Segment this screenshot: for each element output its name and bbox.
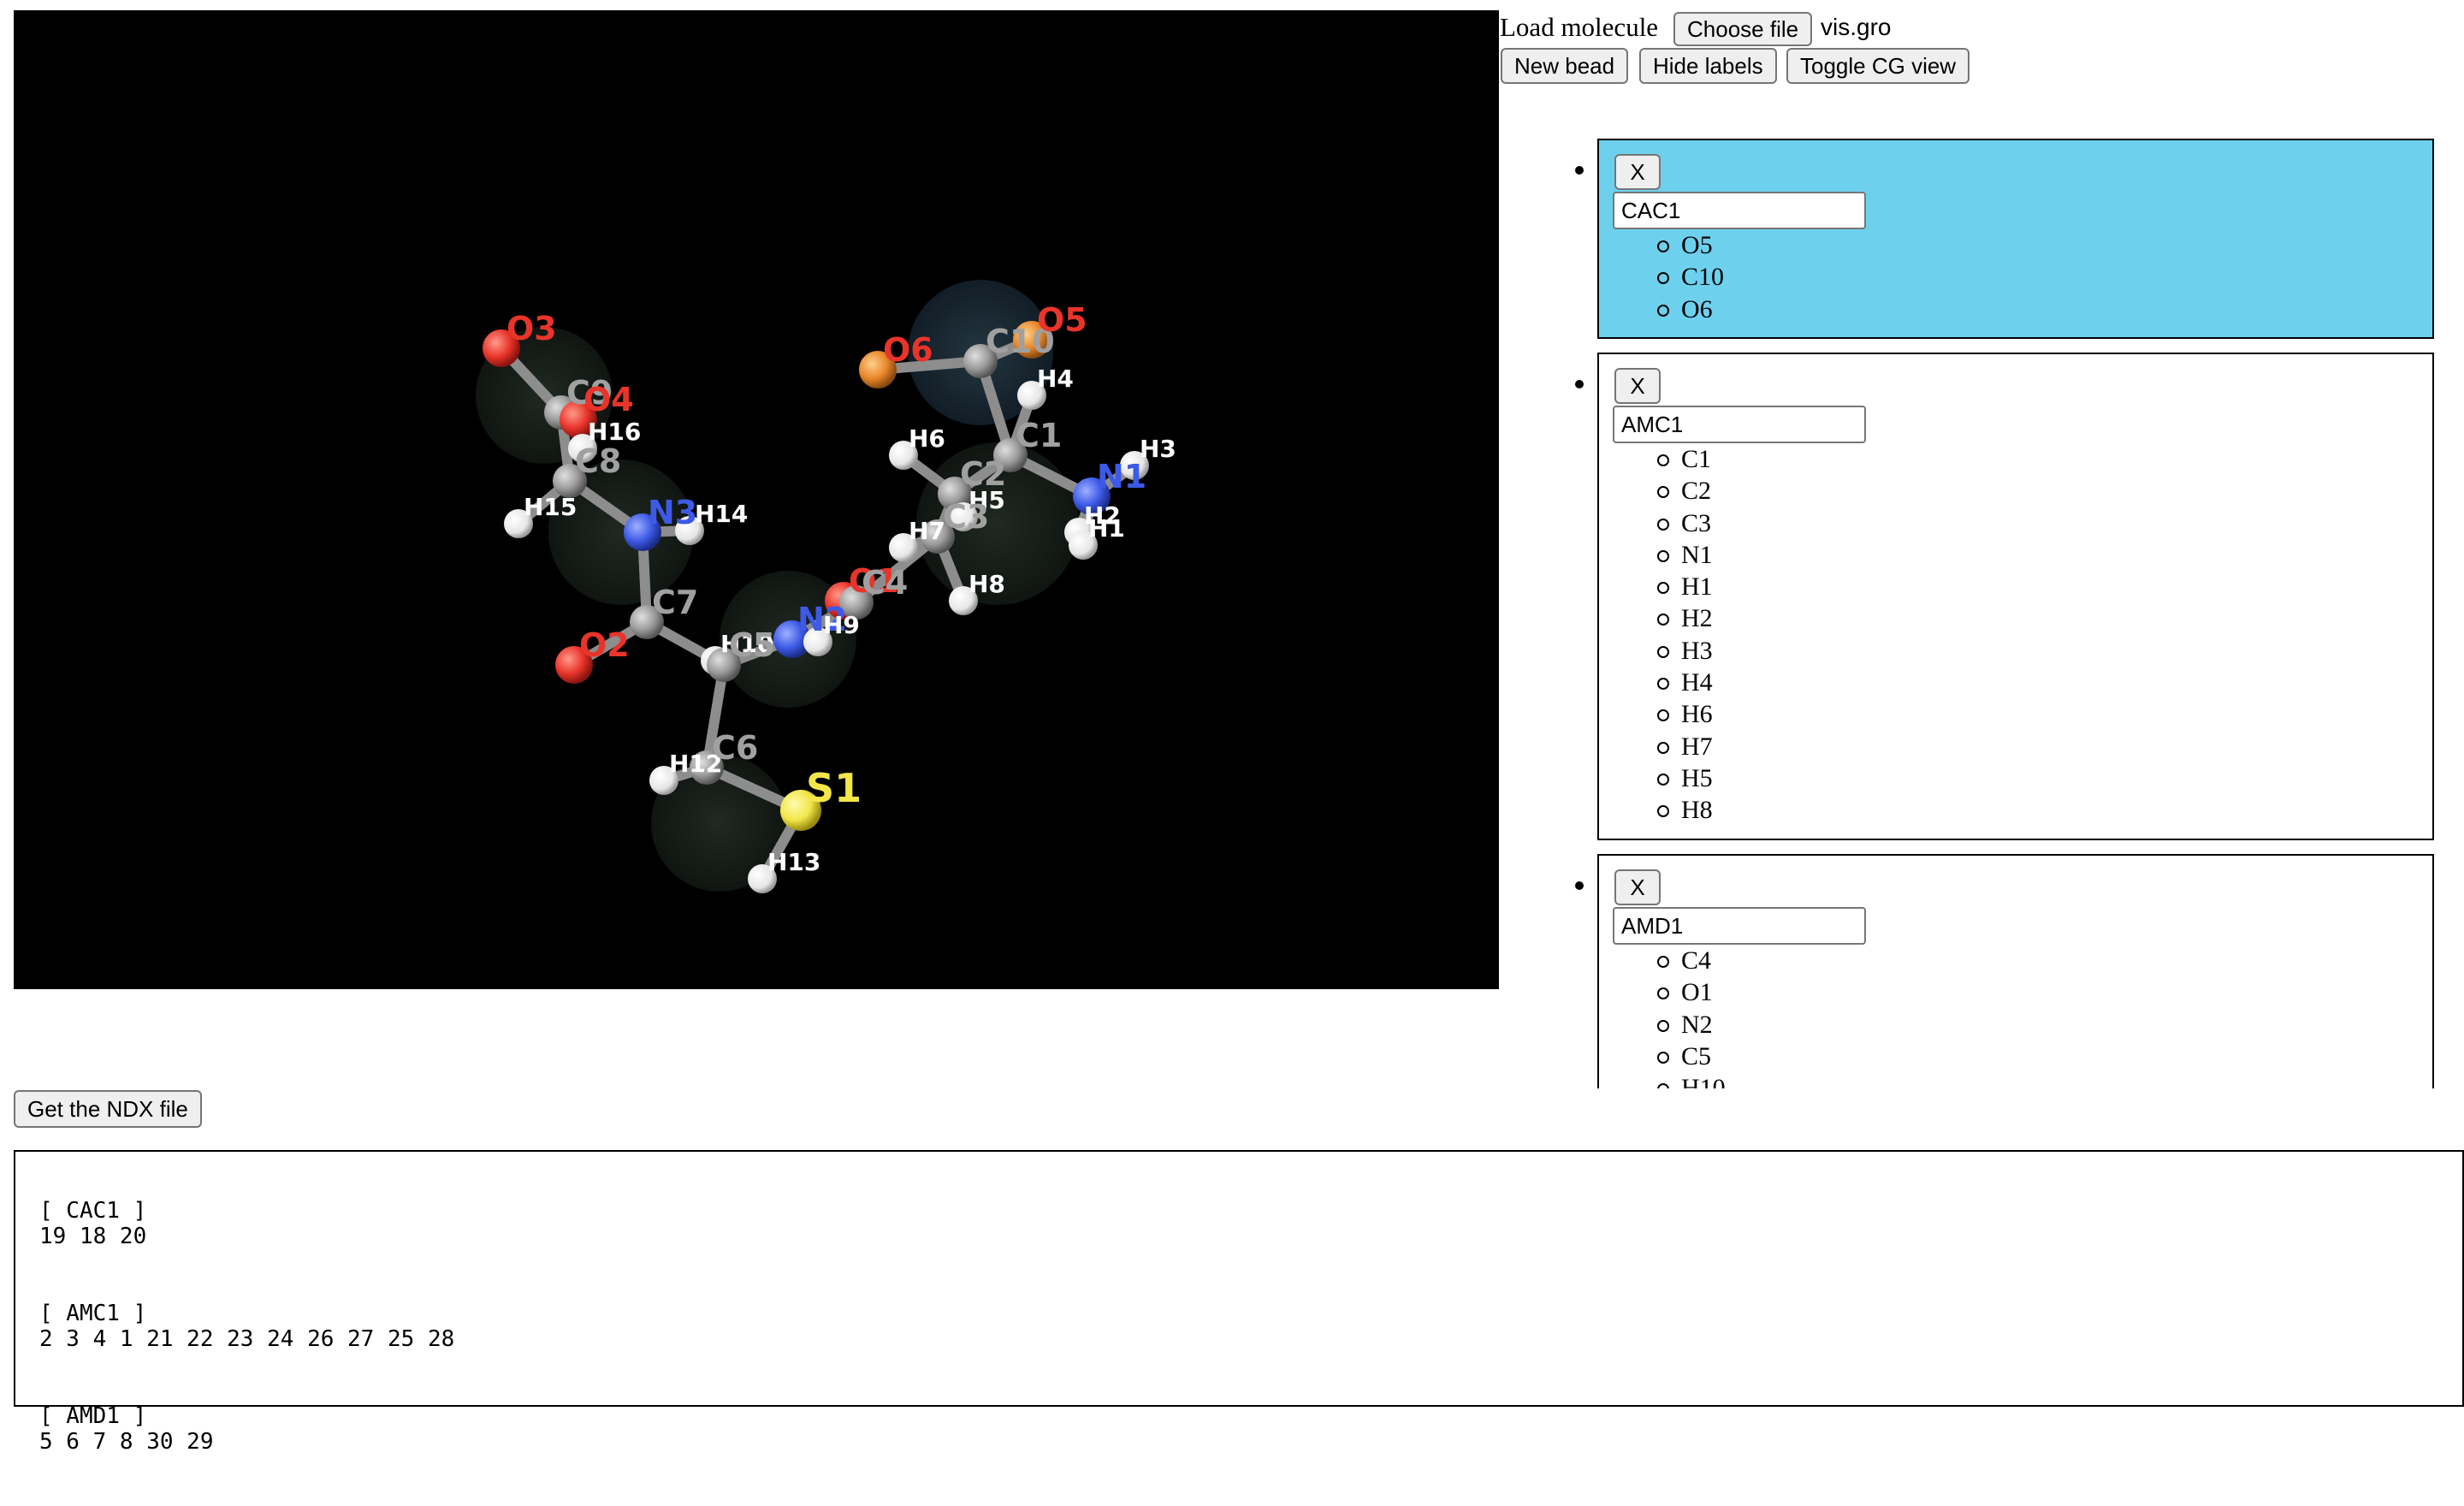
atom-label: H8 (968, 570, 1005, 598)
bead-card-amc1[interactable]: X AMC1 C1 C2 C3 N1 H1 H2 H3 H4 H6 H7 H5 … (1597, 353, 2434, 840)
bead-atom-item[interactable]: H6 (1599, 698, 1713, 730)
bead-atom-item[interactable]: H2 (1599, 602, 1713, 634)
atom-label: C1 (1016, 417, 1062, 454)
bead-atom-item[interactable]: O5 (1599, 229, 1724, 261)
atom-label: O5 (1037, 301, 1087, 339)
bead-atom-list: C4 O1 N2 C5 H10 (1599, 945, 1726, 1088)
molecule-viewer-canvas[interactable]: O3 C9 O4 H16 C8 H15 N3 H14 C7 O2 H10 C5 N2 H9 O1 C4 H12 C… (14, 10, 1499, 989)
atom-label: O3 (506, 310, 557, 347)
ndx-group: [ AMD1 ] 5 6 7 8 30 29 (39, 1403, 2438, 1455)
remove-bead-button[interactable]: X (1614, 154, 1661, 190)
atom-label: C5 (729, 626, 775, 664)
bead-atom-item[interactable]: C4 (1599, 945, 1726, 976)
ndx-group-indices: 2 3 4 1 21 22 23 24 26 27 25 28 (39, 1326, 455, 1352)
ndx-group-header: [ AMD1 ] (39, 1403, 147, 1429)
bead-bullet (1575, 380, 1584, 388)
bead-atom-item[interactable]: H4 (1599, 667, 1713, 698)
bead-atom-list: C1 C2 C3 N1 H1 H2 H3 H4 H6 H7 H5 H8 (1599, 443, 1713, 827)
atom-label: S1 (806, 765, 862, 811)
selected-file-name: vis.gro (1821, 14, 1892, 40)
bead-atom-item[interactable]: C1 (1599, 443, 1713, 475)
bead-name-input[interactable]: AMC1 (1613, 406, 1866, 443)
bead-atom-item[interactable]: O1 (1599, 976, 1726, 1008)
bead-atom-item[interactable]: C5 (1599, 1041, 1726, 1072)
bead-atom-item[interactable]: H10 (1599, 1072, 1726, 1088)
atom-label: H15 (524, 493, 577, 521)
bead-card-amd1[interactable]: X AMD1 C4 O1 N2 C5 H10 (1597, 854, 2434, 1088)
ndx-group: [ AMC1 ] 2 3 4 1 21 22 23 24 26 27 25 28 (39, 1301, 2438, 1352)
bead-bullet (1575, 166, 1584, 175)
atom-label: H14 (695, 500, 748, 528)
atom-label: H13 (767, 848, 820, 876)
new-bead-button[interactable]: New bead (1501, 48, 1629, 84)
atom-label: N3 (648, 494, 697, 531)
atom-label: H9 (823, 611, 860, 639)
bead-atom-item[interactable]: H5 (1599, 762, 1713, 794)
bead-atom-item[interactable]: C3 (1599, 507, 1713, 539)
bead-atom-item[interactable]: C2 (1599, 475, 1713, 507)
atom-label: H6 (909, 424, 945, 453)
bead-atom-item[interactable]: H8 (1599, 794, 1713, 826)
ndx-group-header: [ AMC1 ] (39, 1301, 147, 1326)
bead-atom-item[interactable]: C10 (1599, 261, 1724, 293)
atom-label: C4 (862, 564, 908, 602)
bead-bullet (1575, 881, 1584, 890)
hide-labels-button[interactable]: Hide labels (1639, 48, 1777, 84)
bead-card-cac1[interactable]: X CAC1 O5 C10 O6 (1597, 139, 2434, 339)
bead-list-panel: X CAC1 O5 C10 O6 X AMC1 C1 C2 C3 N1 H1 H… (1500, 128, 2464, 1088)
molecule-svg: O3C9O4H16C8H15 N3H14C7O2 H10C5N2H9O1C4H12C… (476, 280, 1176, 893)
bead-name-input[interactable]: CAC1 (1613, 192, 1866, 229)
atom-label: O4 (583, 381, 634, 418)
atom-label: H4 (1037, 365, 1074, 393)
ndx-group-indices: 5 6 7 8 30 29 (39, 1429, 214, 1455)
atom-label: C7 (652, 584, 698, 621)
bead-atom-list: O5 C10 O6 (1599, 229, 1724, 325)
bead-atom-item[interactable]: N1 (1599, 539, 1713, 571)
ndx-output-box: [ CAC1 ] 19 18 20 [ AMC1 ] 2 3 4 1 21 22 2… (14, 1150, 2464, 1455)
atom-label: C6 (712, 729, 758, 767)
bead-atom-item[interactable]: O6 (1599, 293, 1724, 325)
bead-atom-item[interactable]: H7 (1599, 731, 1713, 762)
atom-label: O6 (883, 331, 933, 369)
choose-file-button[interactable]: Choose file (1673, 12, 1813, 46)
atom-label: O2 (579, 626, 630, 664)
atom-label: C8 (575, 442, 621, 480)
bead-name-input[interactable]: AMD1 (1613, 907, 1866, 945)
ndx-group-indices: 19 18 20 (39, 1224, 147, 1249)
bead-atom-item[interactable]: H1 (1599, 571, 1713, 602)
atom-label: N1 (1097, 458, 1146, 495)
atom-label: H1 (1088, 514, 1125, 543)
atom-label: H3 (1140, 435, 1176, 463)
atom-label: H7 (909, 517, 945, 545)
ndx-group-header: [ CAC1 ] (39, 1198, 147, 1224)
get-ndx-file-button[interactable]: Get the NDX file (14, 1090, 202, 1128)
atom-label: C3 (943, 498, 989, 536)
bead-atom-item[interactable]: H3 (1599, 635, 1713, 667)
remove-bead-button[interactable]: X (1614, 368, 1661, 404)
load-molecule-label: Load molecule (1500, 12, 1659, 42)
bead-atom-item[interactable]: N2 (1599, 1009, 1726, 1041)
remove-bead-button[interactable]: X (1614, 869, 1661, 905)
toggle-cg-view-button[interactable]: Toggle CG view (1786, 48, 1970, 84)
ndx-group: [ CAC1 ] 19 18 20 (39, 1198, 2438, 1249)
